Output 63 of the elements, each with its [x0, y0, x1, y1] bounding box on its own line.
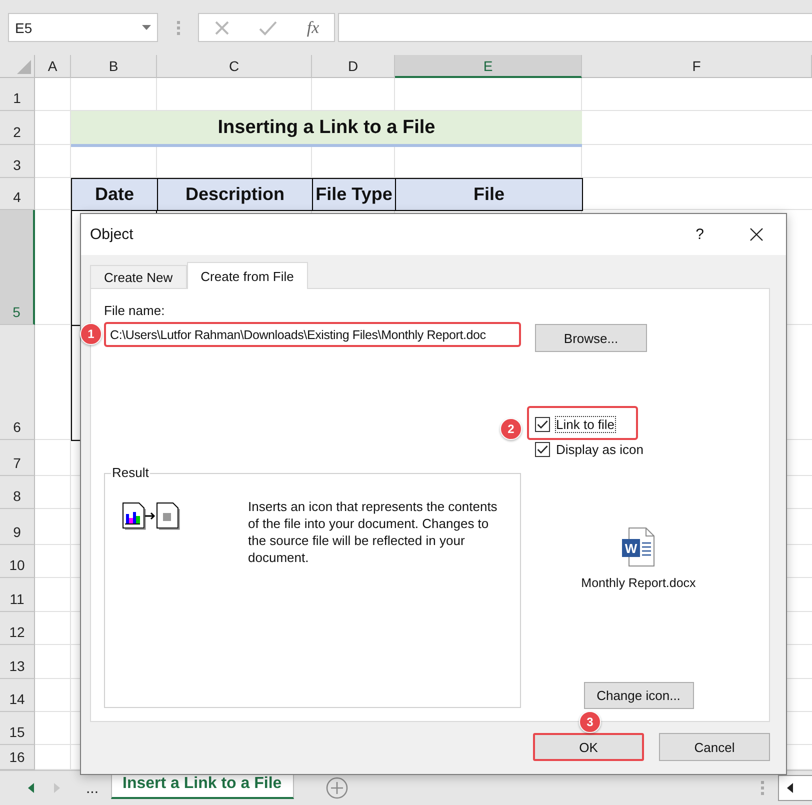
dropdown-icon — [142, 25, 151, 30]
change-icon-button[interactable]: Change icon... — [584, 682, 694, 709]
checkbox[interactable] — [535, 442, 550, 456]
row-header[interactable]: 8 — [0, 476, 35, 509]
name-box[interactable]: E5 — [8, 13, 158, 42]
row-header[interactable]: 13 — [0, 645, 35, 679]
dialog-tab[interactable]: Create from File — [186, 262, 308, 289]
select-all-button[interactable] — [0, 55, 35, 78]
column-header[interactable]: B — [71, 55, 157, 78]
field-label: File name: — [104, 303, 166, 318]
column-header[interactable]: E — [395, 55, 582, 78]
checkbox-label[interactable]: Display as icon — [556, 442, 644, 456]
checkbox[interactable] — [535, 416, 550, 432]
row-header[interactable]: 14 — [0, 679, 35, 712]
close-icon[interactable] — [750, 228, 763, 241]
sheet-title: Inserting a Link to a File — [71, 111, 582, 147]
table-header: File Type — [312, 178, 396, 211]
table-header: File — [395, 178, 583, 211]
row-header[interactable]: 12 — [0, 612, 35, 645]
checkbox-label[interactable]: Link to file — [556, 416, 615, 432]
row-header[interactable]: 10 — [0, 545, 35, 578]
drag-handle-icon[interactable] — [177, 20, 180, 34]
row-header[interactable]: 6 — [0, 325, 35, 440]
previous-sheet-icon[interactable] — [28, 783, 34, 793]
scroll-left-button[interactable] — [778, 775, 812, 801]
column-header[interactable]: F — [582, 55, 812, 78]
corner-triangle-icon — [17, 60, 31, 74]
check-icon[interactable] — [259, 20, 278, 36]
file-icon-caption: Monthly Report.docx — [581, 576, 696, 590]
callout-badge: 2 — [500, 418, 522, 440]
left-arrow-icon — [787, 783, 793, 793]
result-description: Inserts an icon that represents the contents of the file into your document. Changes to the source file will be reflected in your document. — [248, 498, 498, 566]
dialog-tab[interactable]: Create New — [90, 265, 187, 288]
callout-badge: 1 — [80, 323, 102, 345]
row-header[interactable]: 1 — [0, 78, 35, 111]
row-header[interactable]: 9 — [0, 509, 35, 545]
row-header[interactable]: 5 — [0, 210, 35, 325]
cancel-icon[interactable] — [214, 20, 230, 36]
column-header[interactable]: A — [35, 55, 71, 78]
next-sheet-icon[interactable] — [54, 783, 60, 793]
column-header[interactable]: D — [312, 55, 395, 78]
formula-field[interactable] — [338, 13, 812, 42]
file-name-field[interactable]: C:\Users\Lutfor Rahman\Downloads\Existing Files\Monthly Report.doc — [104, 322, 521, 347]
row-header[interactable]: 15 — [0, 712, 35, 745]
drag-handle-icon[interactable] — [761, 781, 764, 795]
row-header[interactable]: 7 — [0, 440, 35, 476]
row-header[interactable]: 11 — [0, 578, 35, 612]
ok-button[interactable]: OK — [533, 733, 644, 761]
add-sheet-icon[interactable] — [326, 777, 348, 799]
dialog-title: Object — [90, 226, 134, 243]
group-label: Result — [111, 465, 150, 480]
help-button[interactable]: ? — [696, 226, 704, 243]
column-header[interactable]: C — [157, 55, 312, 78]
browse-button[interactable]: Browse... — [535, 324, 647, 352]
insert-function-button[interactable]: fx — [306, 18, 320, 38]
row-header[interactable]: 4 — [0, 178, 35, 210]
row-header[interactable]: 3 — [0, 145, 35, 178]
more-sheets-button[interactable]: ... — [86, 780, 99, 796]
row-header[interactable]: 2 — [0, 111, 35, 145]
table-header: Description — [157, 178, 313, 211]
row-header[interactable]: 16 — [0, 745, 35, 770]
cancel-button[interactable]: Cancel — [659, 733, 770, 761]
table-header: Date — [71, 178, 158, 211]
